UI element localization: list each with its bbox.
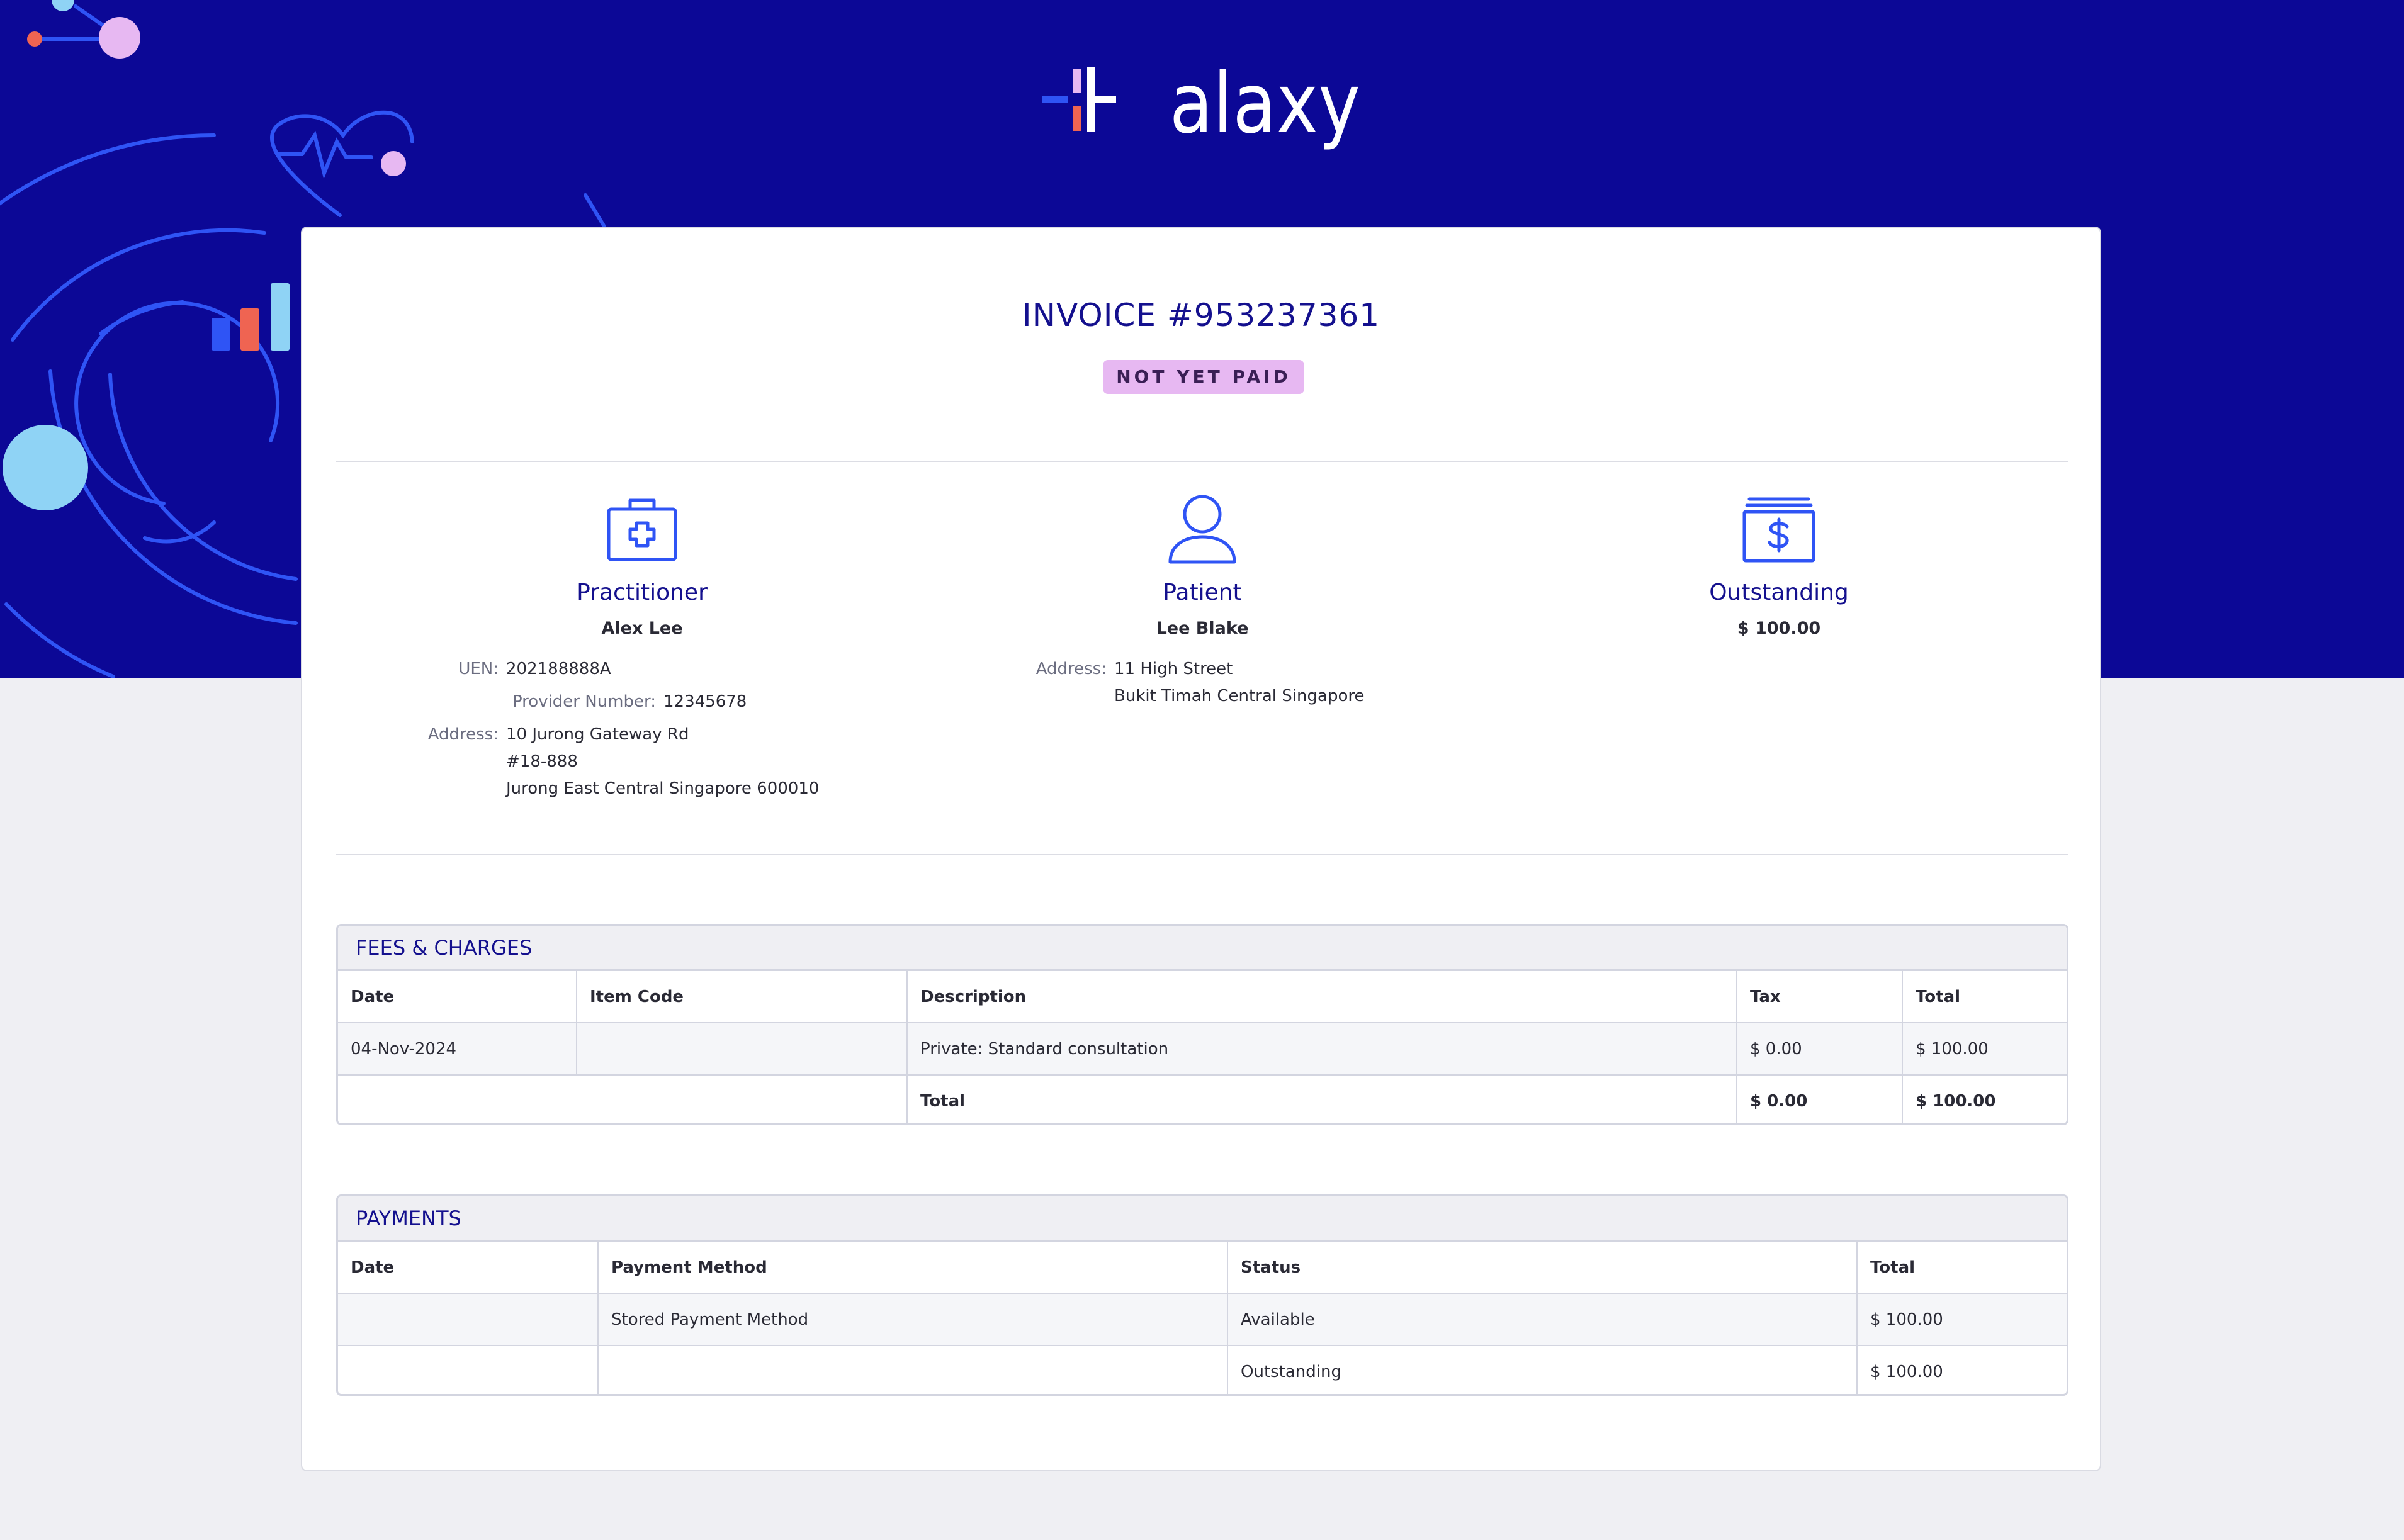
cell-total: $ 100.00 <box>1857 1293 2067 1346</box>
cell-item-code <box>577 1023 908 1076</box>
table-header-row: Date Item Code Description Tax Total <box>338 971 2067 1023</box>
cell-payment-method <box>598 1346 1228 1394</box>
table-row: Outstanding $ 100.00 <box>338 1346 2067 1394</box>
table-row: 04-Nov-2024 Private: Standard consultati… <box>338 1023 2067 1076</box>
status-badge: NOT YET PAID <box>1103 360 1304 394</box>
column-header: Description <box>907 971 1737 1023</box>
cell-total-tax: $ 0.00 <box>1737 1075 1903 1123</box>
outstanding-amount: $ 100.00 <box>1737 619 1821 638</box>
column-header: Date <box>338 1242 599 1294</box>
divider <box>336 854 2068 855</box>
table-header-row: Date Payment Method Status Total <box>338 1242 2067 1294</box>
cell-total: $ 100.00 <box>1902 1023 2067 1076</box>
cell-status: Available <box>1227 1293 1858 1346</box>
person-icon <box>1168 495 1236 564</box>
column-header: Payment Method <box>598 1242 1228 1294</box>
cell-total-label: Total <box>907 1075 1737 1123</box>
column-header: Total <box>1857 1242 2067 1294</box>
medical-kit-icon <box>607 498 677 561</box>
table-row: Stored Payment Method Available $ 100.00 <box>338 1293 2067 1346</box>
cell-empty <box>338 1075 577 1123</box>
practitioner-heading: Practitioner <box>577 580 708 605</box>
fees-table: Date Item Code Description Tax Total 04-… <box>338 971 2067 1123</box>
divider <box>336 461 2068 462</box>
patient-name: Lee Blake <box>1156 619 1249 638</box>
payments-table: Date Payment Method Status Total Stored … <box>338 1242 2067 1394</box>
column-header: Total <box>1902 971 2067 1023</box>
column-header: Date <box>338 971 577 1023</box>
cell-tax: $ 0.00 <box>1737 1023 1903 1076</box>
cell-date: 04-Nov-2024 <box>338 1023 577 1076</box>
cell-status: Outstanding <box>1227 1346 1858 1394</box>
invoice-title: INVOICE #953237361 <box>1022 297 1380 334</box>
column-header: Item Code <box>577 971 908 1023</box>
practitioner-name: Alex Lee <box>601 619 683 638</box>
cell-grand-total: $ 100.00 <box>1916 1091 1996 1111</box>
outstanding-section: Outstanding $ 100.00 <box>1496 495 2062 638</box>
fees-heading: FEES & CHARGES <box>338 926 2067 971</box>
payments-section: PAYMENTS Date Payment Method Status Tota… <box>336 1194 2068 1396</box>
outstanding-heading: Outstanding <box>1709 580 1849 605</box>
cell-empty <box>577 1075 908 1123</box>
cell-total: $ 100.00 <box>1870 1362 1943 1381</box>
practitioner-section: Practitioner Alex Lee <box>359 495 925 638</box>
cell-date <box>338 1346 599 1394</box>
patient-section: Patient Lee Blake <box>919 495 1486 638</box>
fees-charges-section: FEES & CHARGES Date Item Code Descriptio… <box>336 924 2068 1125</box>
invoice-card: INVOICE #953237361 NOT YET PAID Practiti… <box>301 227 2101 1471</box>
cash-icon <box>1742 497 1815 563</box>
cell-payment-method: Stored Payment Method <box>598 1293 1228 1346</box>
payments-heading: PAYMENTS <box>338 1196 2067 1242</box>
cell-description: Private: Standard consultation <box>907 1023 1737 1076</box>
cell-date <box>338 1293 599 1346</box>
total-row: Total $ 0.00 $ 100.00 <box>338 1075 2067 1123</box>
patient-heading: Patient <box>1163 580 1242 605</box>
halaxy-logo: Halaxy <box>1042 58 1360 152</box>
column-header: Status <box>1227 1242 1858 1294</box>
column-header: Tax <box>1737 971 1903 1023</box>
